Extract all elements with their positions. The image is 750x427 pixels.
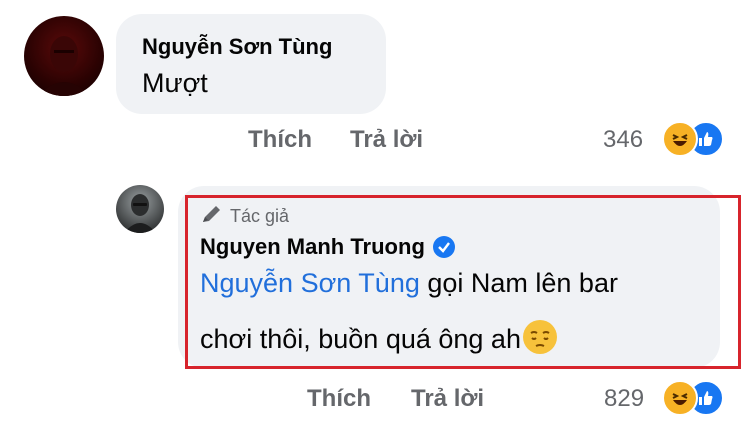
haha-icon <box>662 380 698 416</box>
reactions[interactable] <box>662 121 724 157</box>
reaction-count[interactable]: 829 <box>604 385 644 413</box>
pen-icon <box>200 203 224 230</box>
comment-text-line-1: Nguyễn Sơn Tùng gọi Nam lên bar <box>200 268 618 299</box>
reply-button[interactable]: Trả lời <box>411 385 484 413</box>
author-badge-label: Tác giả <box>230 206 290 226</box>
comment-text-line-2: chơi thôi, buồn quá ông ah <box>200 320 557 355</box>
comment-author[interactable]: Nguyễn Sơn Tùng <box>142 34 332 60</box>
mention-link[interactable]: Nguyễn Sơn Tùng <box>200 268 420 298</box>
like-button[interactable]: Thích <box>248 126 312 154</box>
reactions[interactable] <box>662 380 724 416</box>
comment-text: chơi thôi, buồn quá ông ah <box>200 324 521 354</box>
pensive-face-icon <box>522 320 557 354</box>
comment-text: Mượt <box>142 68 208 98</box>
author-badge: Tác giả <box>200 203 289 230</box>
avatar[interactable] <box>116 185 164 233</box>
verified-badge-icon <box>432 236 455 258</box>
like-button[interactable]: Thích <box>307 385 371 413</box>
reply-button[interactable]: Trả lời <box>350 126 423 154</box>
haha-icon <box>662 121 698 157</box>
comment-bubble <box>116 14 386 114</box>
comment-text: gọi Nam lên bar <box>419 268 618 298</box>
comment-author[interactable]: Nguyen Manh Truong <box>200 234 455 260</box>
avatar[interactable] <box>24 16 104 96</box>
reaction-count[interactable]: 346 <box>603 126 643 154</box>
comment-author-name[interactable]: Nguyen Manh Truong <box>200 234 425 260</box>
